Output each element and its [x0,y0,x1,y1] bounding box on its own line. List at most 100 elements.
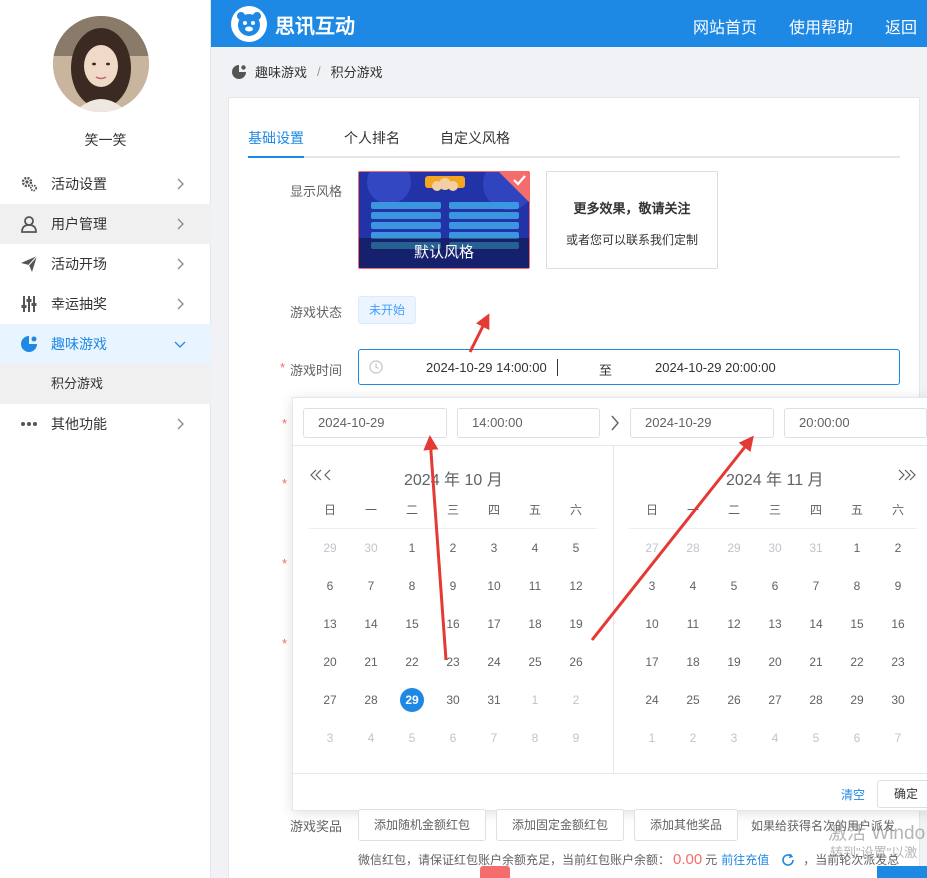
calendar-day[interactable]: 3 [638,574,666,598]
calendar-day[interactable]: 25 [679,688,707,712]
calendar-day[interactable]: 25 [521,650,549,674]
calendar-day[interactable]: 2 [439,536,467,560]
sidebar-item-activity-settings[interactable]: 活动设置 [0,164,211,204]
calendar-day[interactable]: 28 [357,688,385,712]
add-fixed-red-packet-button[interactable]: 添加固定金额红包 [496,809,624,841]
calendar-day[interactable]: 19 [720,650,748,674]
calendar-day[interactable]: 7 [802,574,830,598]
style-card-default[interactable]: 默认风格 [358,171,530,269]
calendar-day[interactable]: 18 [679,650,707,674]
end-time-input[interactable]: 20:00:00 [784,408,927,438]
calendar-day[interactable]: 23 [884,650,912,674]
calendar-day[interactable]: 21 [802,650,830,674]
avatar[interactable] [53,16,149,112]
start-date-input[interactable]: 2024-10-29 [303,408,447,438]
calendar-day[interactable]: 31 [480,688,508,712]
calendar-day[interactable]: 12 [562,574,590,598]
calendar-day[interactable]: 15 [843,612,871,636]
bottom-partial-button[interactable] [877,866,927,878]
calendar-day[interactable]: 16 [439,612,467,636]
calendar-day[interactable]: 26 [562,650,590,674]
calendar-day[interactable]: 30 [761,536,789,560]
calendar-day[interactable]: 18 [521,612,549,636]
nav-back-link[interactable]: 返回 [885,14,917,38]
calendar-day[interactable]: 6 [843,726,871,750]
prev-month-icon[interactable] [323,469,343,481]
add-random-red-packet-button[interactable]: 添加随机金额红包 [358,809,486,841]
tab-basic-settings[interactable]: 基础设置 [248,128,304,148]
calendar-day[interactable]: 30 [439,688,467,712]
calendar-day[interactable]: 5 [802,726,830,750]
calendar-day[interactable]: 4 [357,726,385,750]
calendar-day[interactable]: 1 [521,688,549,712]
calendar-day[interactable]: 6 [316,574,344,598]
calendar-day[interactable]: 27 [761,688,789,712]
calendar-day[interactable]: 9 [562,726,590,750]
calendar-day[interactable]: 20 [316,650,344,674]
recharge-link[interactable]: 前往充值 [721,851,769,868]
calendar-day[interactable]: 14 [357,612,385,636]
calendar-day[interactable]: 2 [884,536,912,560]
add-other-prize-button[interactable]: 添加其他奖品 [634,809,738,841]
calendar-day[interactable]: 5 [720,574,748,598]
calendar-day[interactable]: 11 [679,612,707,636]
calendar-day[interactable]: 10 [480,574,508,598]
calendar-day[interactable]: 20 [761,650,789,674]
calendar-day[interactable]: 5 [398,726,426,750]
calendar-day[interactable]: 1 [398,536,426,560]
calendar-day[interactable]: 23 [439,650,467,674]
calendar-day[interactable]: 22 [398,650,426,674]
calendar-day[interactable]: 3 [720,726,748,750]
calendar-day[interactable]: 3 [316,726,344,750]
calendar-day[interactable]: 8 [521,726,549,750]
calendar-day[interactable]: 11 [521,574,549,598]
calendar-day[interactable]: 30 [357,536,385,560]
nav-home-link[interactable]: 网站首页 [693,14,757,38]
sidebar-item-user-management[interactable]: 用户管理 [0,204,211,244]
calendar-day[interactable]: 26 [720,688,748,712]
calendar-day[interactable]: 13 [761,612,789,636]
calendar-day[interactable]: 6 [761,574,789,598]
calendar-day[interactable]: 8 [843,574,871,598]
calendar-day[interactable]: 22 [843,650,871,674]
calendar-day[interactable]: 28 [679,536,707,560]
calendar-day[interactable]: 8 [398,574,426,598]
calendar-day[interactable]: 17 [480,612,508,636]
brand[interactable]: 思讯互动 [231,6,355,42]
calendar-day[interactable]: 9 [439,574,467,598]
sidebar-item-fun-games[interactable]: 趣味游戏 [0,324,211,364]
calendar-day[interactable]: 27 [316,688,344,712]
calendar-day[interactable]: 29 [316,536,344,560]
calendar-day[interactable]: 4 [521,536,549,560]
calendar-day[interactable]: 29 [720,536,748,560]
calendar-day[interactable]: 7 [357,574,385,598]
calendar-day[interactable]: 1 [638,726,666,750]
calendar-day[interactable]: 12 [720,612,748,636]
end-date-input[interactable]: 2024-10-29 [630,408,774,438]
calendar-day[interactable]: 10 [638,612,666,636]
calendar-day[interactable]: 24 [638,688,666,712]
calendar-day[interactable]: 24 [480,650,508,674]
calendar-day[interactable]: 7 [480,726,508,750]
range-end-value[interactable]: 2024-10-29 20:00:00 [655,360,776,375]
calendar-day[interactable]: 27 [638,536,666,560]
calendar-day[interactable]: 3 [480,536,508,560]
calendar-day[interactable]: 2 [679,726,707,750]
calendar-day[interactable]: 16 [884,612,912,636]
calendar-day[interactable]: 31 [802,536,830,560]
sidebar-item-lucky-draw[interactable]: 幸运抽奖 [0,284,211,324]
calendar-day[interactable]: 1 [843,536,871,560]
calendar-day[interactable]: 19 [562,612,590,636]
calendar-day[interactable]: 13 [316,612,344,636]
calendar-day[interactable]: 9 [884,574,912,598]
calendar-day-selected[interactable]: 29 [400,688,424,712]
calendar-day[interactable]: 29 [843,688,871,712]
sidebar-item-other-functions[interactable]: 其他功能 [0,404,211,444]
range-start-value[interactable]: 2024-10-29 14:00:00 [426,360,547,375]
refresh-icon[interactable] [781,853,795,867]
calendar-day[interactable]: 7 [884,726,912,750]
start-time-input[interactable]: 14:00:00 [457,408,600,438]
calendar-day[interactable]: 4 [679,574,707,598]
calendar-day[interactable]: 6 [439,726,467,750]
calendar-day[interactable]: 17 [638,650,666,674]
